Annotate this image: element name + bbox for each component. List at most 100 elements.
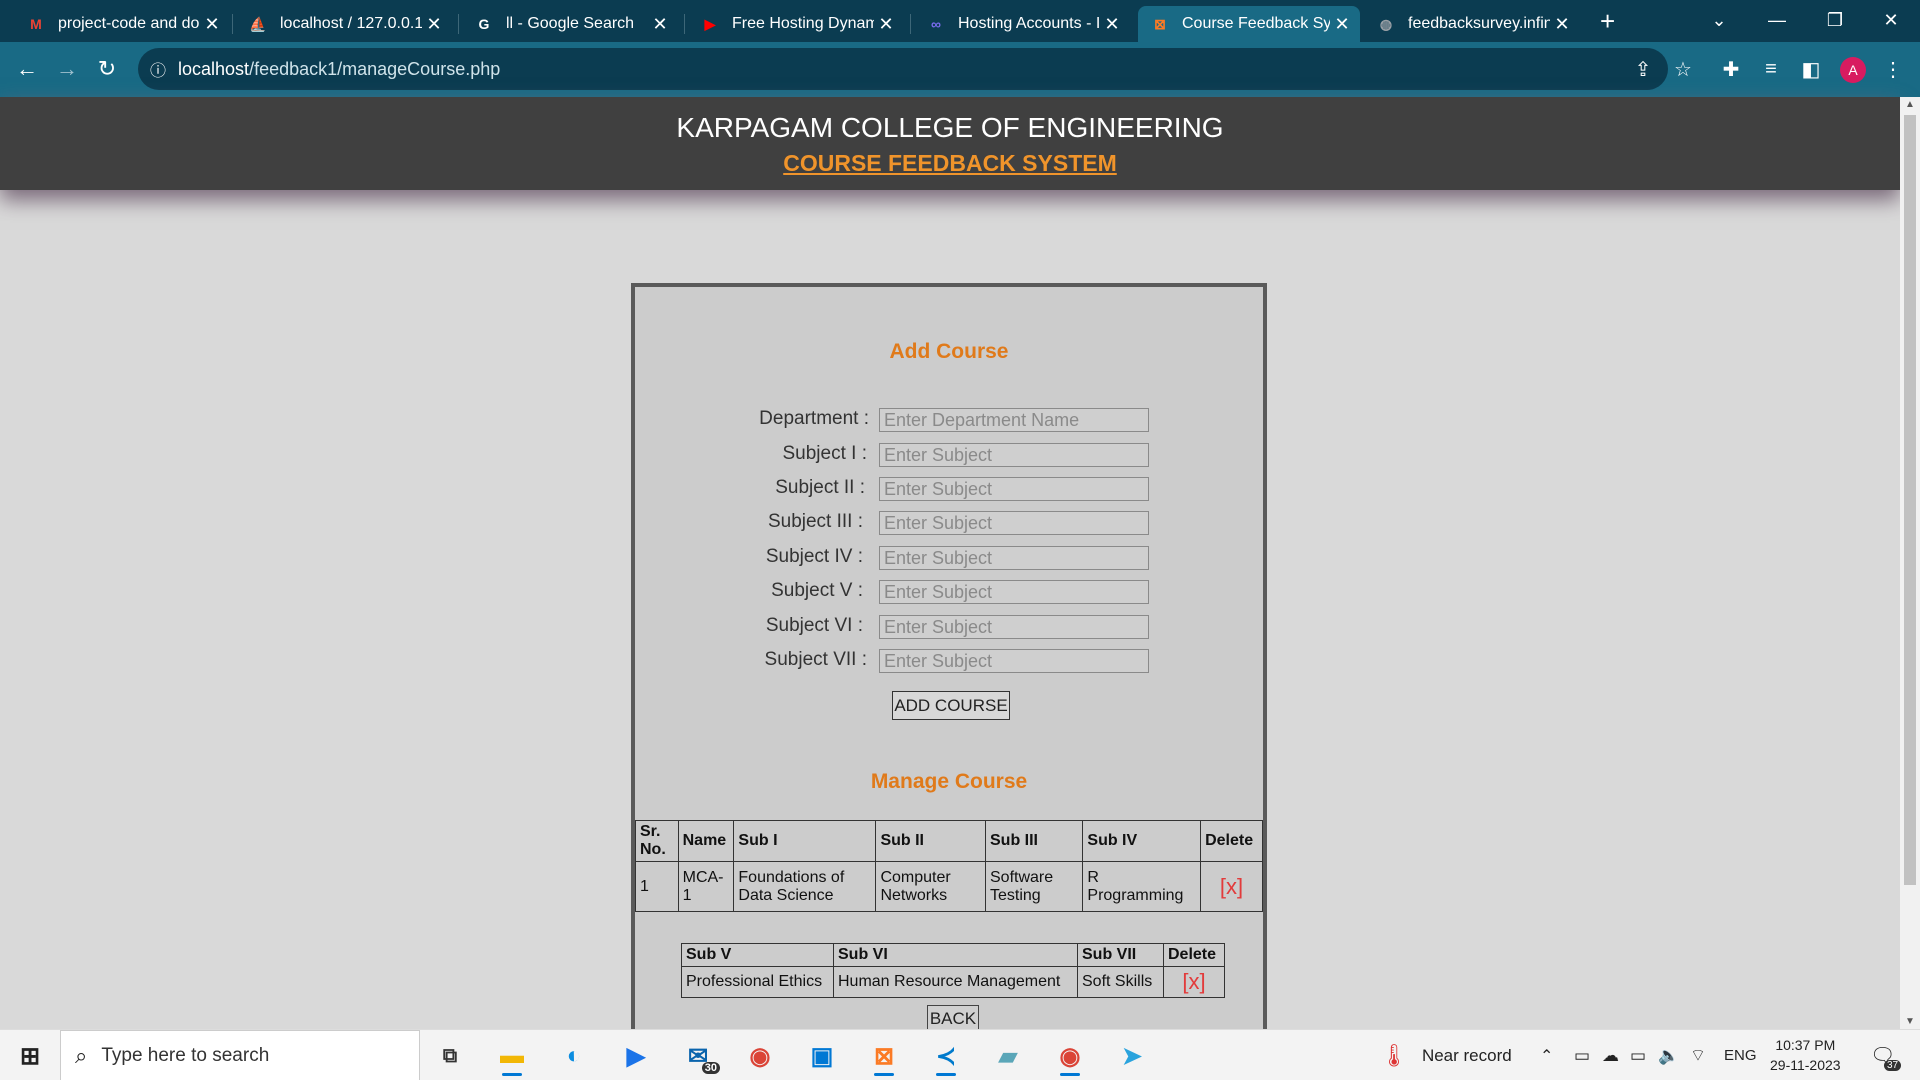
telegram-icon[interactable]: ➤: [1110, 1036, 1154, 1076]
subject-2-input[interactable]: [879, 477, 1149, 501]
page-scrollbar[interactable]: ▲ ▼: [1900, 97, 1920, 1029]
phpmyadmin-icon: ⛵: [249, 15, 267, 32]
department-label: Department :: [759, 408, 869, 429]
subject-1-input[interactable]: [879, 443, 1149, 467]
cell-sub-2: Computer Networks: [875, 861, 986, 912]
onedrive-icon[interactable]: ☁: [1602, 1030, 1619, 1080]
infinity-icon: ∞: [931, 16, 941, 32]
star-icon[interactable]: ☆: [1668, 54, 1698, 84]
mail-badge: 30: [701, 1062, 720, 1074]
course-table-1: Sr. No. Name Sub I Sub II Sub III Sub IV…: [635, 820, 1263, 912]
forward-arrow-icon[interactable]: →: [50, 52, 84, 86]
close-icon[interactable]: ✕: [1100, 14, 1124, 35]
subject-7-input[interactable]: [879, 649, 1149, 673]
share-icon[interactable]: ⇪: [1628, 54, 1658, 84]
clock[interactable]: 10:37 PM 29-11-2023: [1770, 1035, 1841, 1075]
delete-link[interactable]: [x]: [1200, 861, 1263, 912]
tab-strip: M project-code and do ✕ ⛵ localhost / 12…: [0, 0, 1920, 42]
cell-sub-3: Software Testing: [984, 861, 1084, 912]
back-arrow-icon[interactable]: ←: [10, 52, 44, 86]
mail-icon[interactable]: ✉ 30: [676, 1036, 720, 1076]
tab-feedbacksurvey[interactable]: ◍ feedbacksurvey.infini ✕: [1364, 6, 1580, 42]
tab-hosting-accounts[interactable]: ∞ Hosting Accounts - Ir ✕: [914, 6, 1130, 42]
thermometer-icon: 🌡: [1380, 1042, 1408, 1068]
edge-icon[interactable]: ◐: [552, 1036, 596, 1076]
windows-start-icon[interactable]: ⊞: [8, 1036, 52, 1076]
tab-search-button[interactable]: ⌄: [1690, 0, 1748, 40]
new-tab-button[interactable]: +: [1600, 6, 1615, 37]
restore-button[interactable]: ❐: [1806, 0, 1864, 40]
chrome-profile-icon[interactable]: ◉: [1048, 1036, 1092, 1076]
close-icon[interactable]: ✕: [1330, 14, 1354, 35]
avatar[interactable]: A: [1840, 57, 1866, 83]
subject-3-input[interactable]: [879, 511, 1149, 535]
col-header: Name: [677, 820, 735, 862]
col-header: Sub VI: [833, 943, 1078, 967]
scroll-thumb[interactable]: [1904, 115, 1916, 885]
store-icon[interactable]: ▣: [800, 1036, 844, 1076]
col-header: Delete: [1200, 820, 1263, 862]
minimize-button[interactable]: —: [1748, 0, 1806, 40]
close-icon[interactable]: ✕: [422, 14, 446, 35]
url-bar[interactable]: ⓘ localhost/feedback1/manageCourse.php: [138, 48, 1668, 90]
close-window-button[interactable]: ✕: [1862, 0, 1920, 40]
media-queue-icon[interactable]: ≡: [1756, 54, 1786, 84]
add-course-button[interactable]: ADD COURSE: [892, 691, 1010, 720]
subject-3-label: Subject III :: [767, 511, 863, 532]
vscode-icon[interactable]: ≺: [924, 1036, 968, 1076]
reload-icon[interactable]: ↻: [90, 52, 124, 86]
xampp-icon: ⊠: [1154, 15, 1166, 32]
col-header: Delete: [1163, 943, 1225, 967]
subject-6-label: Subject VI :: [765, 615, 863, 636]
delete-link[interactable]: [x]: [1163, 966, 1225, 998]
chrome-icon[interactable]: ◉: [738, 1036, 782, 1076]
xampp-icon[interactable]: ⊠: [862, 1036, 906, 1076]
tab-title: project-code and do: [58, 15, 200, 32]
file-explorer-icon[interactable]: ▬: [490, 1036, 534, 1076]
language-indicator[interactable]: ENG: [1724, 1030, 1757, 1080]
tab-phpmyadmin[interactable]: ⛵ localhost / 127.0.0.1 / ✕: [236, 6, 452, 42]
globe-icon: ◍: [1379, 15, 1393, 32]
info-icon[interactable]: ⓘ: [150, 57, 166, 81]
extensions-icon[interactable]: ✚: [1716, 54, 1746, 84]
close-icon[interactable]: ✕: [648, 14, 672, 35]
close-icon[interactable]: ✕: [200, 14, 224, 35]
tab-separator: [232, 14, 233, 34]
volume-icon[interactable]: 🔈: [1658, 1030, 1679, 1080]
weather-widget[interactable]: 🌡 Near record: [1380, 1030, 1512, 1080]
cell-sub-6: Human Resource Management: [833, 966, 1078, 998]
tab-youtube[interactable]: ▶ Free Hosting Dynami ✕: [688, 6, 904, 42]
meet-icon[interactable]: ▭: [1574, 1030, 1590, 1080]
subject-6-input[interactable]: [879, 615, 1149, 639]
tab-separator: [910, 14, 911, 34]
tab-gmail[interactable]: M project-code and do ✕: [14, 6, 230, 42]
course-panel: Add Course Department : Subject I : Subj…: [631, 283, 1267, 1043]
scroll-down-icon[interactable]: ▼: [1900, 1016, 1920, 1027]
task-view-icon[interactable]: ⧉: [428, 1036, 472, 1076]
close-icon[interactable]: ✕: [874, 14, 898, 35]
side-panel-icon[interactable]: ◧: [1796, 54, 1826, 84]
cell-sub-4: R Programming: [1082, 861, 1202, 912]
weather-text: Near record: [1421, 1045, 1512, 1065]
url-path: /feedback1/manageCourse.php: [249, 58, 501, 79]
notification-icon[interactable]: 🗨 37: [1870, 1030, 1902, 1080]
cell-name: MCA-1: [677, 861, 735, 912]
subject-5-input[interactable]: [879, 580, 1149, 604]
clock-date: 29-11-2023: [1770, 1057, 1841, 1073]
tab-title: ll - Google Search: [506, 15, 635, 32]
wifi-icon[interactable]: ⌔: [1690, 1030, 1706, 1080]
department-input[interactable]: [879, 408, 1149, 432]
notepad-icon[interactable]: ▰: [986, 1036, 1030, 1076]
tab-google-search[interactable]: G ll - Google Search ✕: [462, 6, 678, 42]
menu-icon[interactable]: ⋮: [1878, 54, 1908, 84]
battery-icon[interactable]: ▭: [1630, 1030, 1646, 1080]
taskbar-search[interactable]: ⌕ Type here to search: [60, 1030, 420, 1080]
close-icon[interactable]: ✕: [1550, 14, 1574, 35]
system-title-link[interactable]: COURSE FEEDBACK SYSTEM: [0, 150, 1900, 177]
media-player-icon[interactable]: ▶: [614, 1036, 658, 1076]
tab-course-feedback[interactable]: ⊠ Course Feedback Sys ✕: [1138, 6, 1360, 42]
chevron-up-icon[interactable]: ⌃: [1540, 1030, 1553, 1080]
scroll-up-icon[interactable]: ▲: [1900, 99, 1920, 110]
subject-4-input[interactable]: [879, 546, 1149, 570]
taskbar: ⊞ ⌕ Type here to search ⧉ ▬ ◐ ▶ ✉ 30 ◉ ▣ …: [0, 1029, 1920, 1080]
